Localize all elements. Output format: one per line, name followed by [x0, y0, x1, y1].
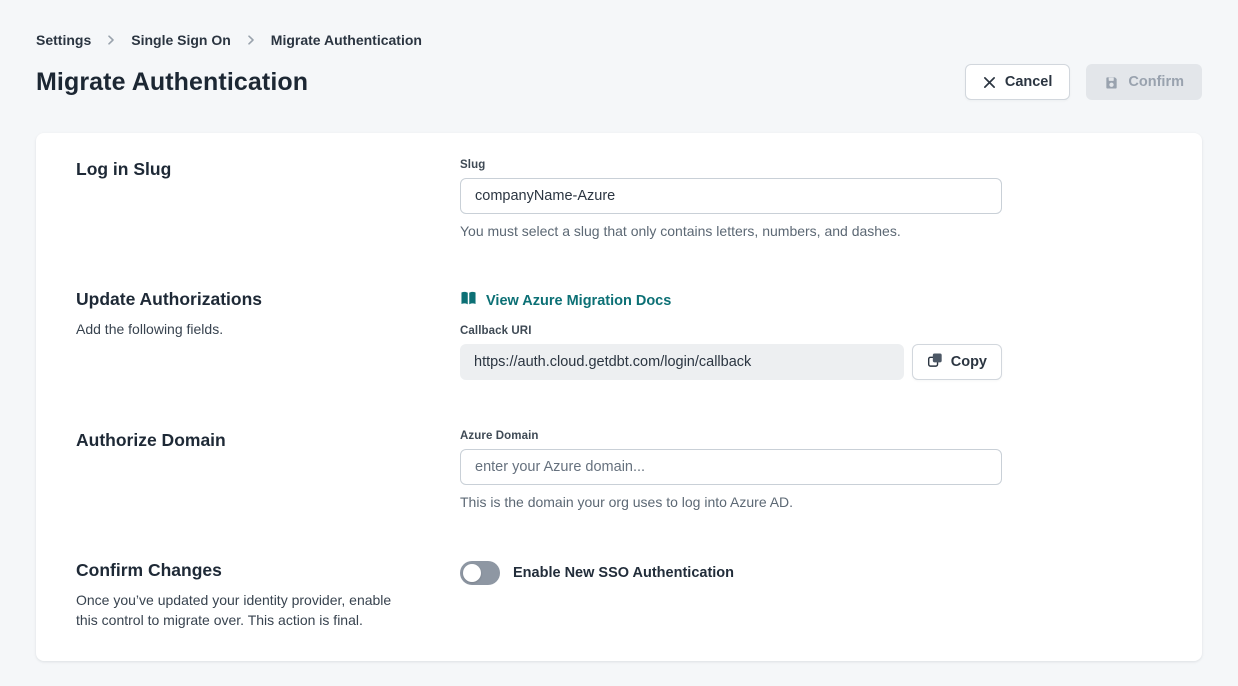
callback-uri-label: Callback URI: [460, 325, 1002, 337]
confirm-button-label: Confirm: [1128, 74, 1184, 90]
breadcrumb: Settings Single Sign On Migrate Authenti…: [36, 0, 1202, 48]
authorize-domain-heading: Authorize Domain: [76, 430, 460, 451]
breadcrumb-item-single-sign-on[interactable]: Single Sign On: [131, 32, 231, 48]
login-slug-heading: Log in Slug: [76, 159, 460, 180]
settings-card: Log in Slug Slug You must select a slug …: [36, 133, 1202, 661]
section-login-slug: Log in Slug Slug You must select a slug …: [76, 159, 1162, 239]
save-icon: [1104, 75, 1119, 90]
slug-label: Slug: [460, 159, 1002, 171]
page: Settings Single Sign On Migrate Authenti…: [0, 0, 1238, 661]
open-book-icon: [460, 291, 477, 310]
header-actions: Cancel Confirm: [965, 64, 1202, 100]
page-header: Migrate Authentication Cancel Confirm: [36, 64, 1202, 100]
azure-domain-label: Azure Domain: [460, 430, 1002, 442]
update-authorizations-description: Add the following fields.: [76, 319, 460, 339]
breadcrumb-item-current: Migrate Authentication: [271, 32, 422, 48]
copy-button[interactable]: Copy: [912, 344, 1002, 380]
enable-sso-toggle[interactable]: [460, 561, 500, 585]
chevron-right-icon: [245, 34, 257, 46]
confirm-changes-heading: Confirm Changes: [76, 560, 460, 581]
copy-icon: [927, 352, 943, 372]
close-icon: [983, 76, 996, 89]
confirm-changes-description: Once you’ve updated your identity provid…: [76, 590, 416, 631]
section-authorize-domain: Authorize Domain Azure Domain This is th…: [76, 430, 1162, 510]
cancel-button-label: Cancel: [1005, 74, 1053, 90]
azure-domain-input[interactable]: [460, 449, 1002, 485]
confirm-button[interactable]: Confirm: [1086, 64, 1202, 100]
chevron-right-icon: [105, 34, 117, 46]
breadcrumb-item-settings[interactable]: Settings: [36, 32, 91, 48]
update-authorizations-heading: Update Authorizations: [76, 289, 460, 310]
toggle-knob: [463, 564, 481, 582]
slug-input[interactable]: [460, 178, 1002, 214]
callback-uri-value[interactable]: https://auth.cloud.getdbt.com/login/call…: [460, 344, 904, 380]
azure-migration-docs-link-label: View Azure Migration Docs: [486, 293, 671, 309]
azure-domain-helper-text: This is the domain your org uses to log …: [460, 494, 1002, 510]
azure-migration-docs-link[interactable]: View Azure Migration Docs: [460, 291, 671, 310]
slug-helper-text: You must select a slug that only contain…: [460, 223, 1002, 239]
section-confirm-changes: Confirm Changes Once you’ve updated your…: [76, 560, 1162, 631]
enable-sso-toggle-label: Enable New SSO Authentication: [513, 565, 734, 581]
copy-button-label: Copy: [951, 354, 987, 370]
page-title: Migrate Authentication: [36, 68, 308, 97]
cancel-button[interactable]: Cancel: [965, 64, 1071, 100]
section-update-authorizations: Update Authorizations Add the following …: [76, 289, 1162, 380]
